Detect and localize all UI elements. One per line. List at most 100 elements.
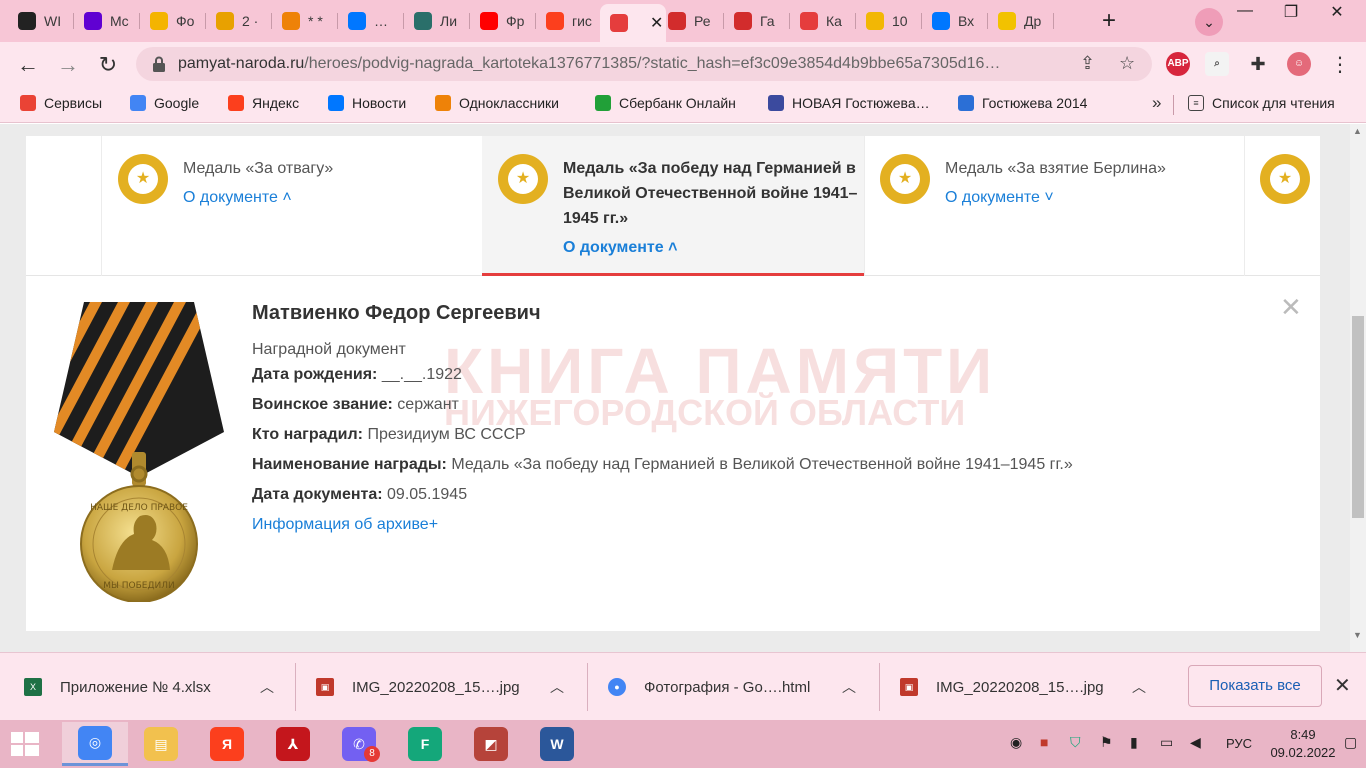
shield-icon[interactable]: ⛉ [1070, 734, 1081, 751]
chevron-up-icon[interactable]: ︿ [550, 677, 564, 697]
browser-tab[interactable]: Ли [404, 5, 470, 37]
download-separator [879, 663, 880, 711]
chevron-up-icon[interactable]: ︿ [842, 677, 856, 697]
browser-tab[interactable]: … [338, 5, 404, 37]
award-name-text: Медаль «За победу над Германией в Велико… [563, 160, 858, 227]
award-tab-victory-germany[interactable]: ★ Медаль «За победу над Германией в Вели… [482, 136, 864, 276]
about-document-link[interactable]: О документе ˅ [945, 185, 1240, 210]
address-bar[interactable]: pamyat-naroda.ru/heroes/podvig-nagrada_k… [136, 47, 1152, 81]
close-window-button[interactable]: ✕ [1314, 2, 1360, 24]
reload-button[interactable]: ↻ [93, 50, 123, 80]
bookmark-item[interactable]: Google [130, 95, 199, 111]
windows-start-icon[interactable] [10, 730, 40, 758]
taskbar-app-button[interactable]: ▤ [128, 722, 194, 766]
reading-list-button[interactable]: ≡ Список для чтения [1188, 95, 1335, 111]
browser-tab[interactable]: Ка [790, 5, 856, 37]
search-extension-icon[interactable]: ⌕ [1205, 52, 1229, 76]
chevron-up-icon[interactable]: ︿ [1132, 677, 1146, 697]
yahoo-icon [84, 12, 102, 30]
flag-icon[interactable]: ⚑ [1100, 734, 1113, 751]
download-item[interactable]: X Приложение № 4.xlsx ︿ [24, 653, 294, 721]
profile-avatar[interactable]: ☺ [1287, 52, 1311, 76]
language-indicator[interactable]: РУС [1226, 736, 1252, 751]
download-separator [587, 663, 588, 711]
taskbar-app-button[interactable]: W [524, 722, 590, 766]
download-item[interactable]: ▣ IMG_20220208_15….jpg ︿ [316, 653, 586, 721]
bookmark-label: НОВАЯ Гостюжева… [792, 95, 930, 111]
show-all-downloads-button[interactable]: Показать все [1188, 665, 1322, 707]
browser-tab[interactable]: Фо [140, 5, 206, 37]
awards-card: ★ Медаль «За отвагу» О документе ˄ ★ Мед… [26, 136, 1320, 631]
bookmark-item[interactable]: Гостюжева 2014 [958, 95, 1087, 111]
browser-tab[interactable]: 10 [856, 5, 922, 37]
taskbar-app-button[interactable]: F [392, 722, 458, 766]
restore-button[interactable]: ❐ [1268, 2, 1314, 24]
chevron-up-icon[interactable]: ︿ [260, 677, 274, 697]
field-value: Президиум ВС СССР [367, 426, 526, 443]
taskbar-app-button[interactable]: Я [194, 722, 260, 766]
tab-title: Ли [440, 13, 458, 29]
archive-info-link[interactable]: Информация об архиве+ [252, 516, 438, 534]
new-tab-button[interactable]: + [1095, 8, 1123, 36]
bookmark-item[interactable]: Одноклассники [435, 95, 559, 111]
battery-icon[interactable]: ▭ [1160, 734, 1173, 751]
download-item[interactable]: ● Фотография - Go….html ︿ [608, 653, 878, 721]
browser-tab[interactable]: Mc [74, 5, 140, 37]
forward-button[interactable]: → [53, 50, 83, 80]
browser-tab[interactable]: Ре [658, 5, 724, 37]
scrollbar-thumb[interactable] [1352, 316, 1364, 518]
vk-icon [328, 95, 344, 111]
bookmarks-bar: Сервисы Google Яндекс Новости Одноклассники С… [0, 87, 1366, 123]
award-tab-bravery[interactable]: ★ Медаль «За отвагу» О документе ˄ [102, 136, 482, 276]
bookmark-item[interactable]: Яндекс [228, 95, 299, 111]
clock[interactable]: 8:49 09.02.2022 [1270, 726, 1336, 762]
scroll-up-arrow-icon[interactable]: ▲ [1353, 126, 1362, 136]
url-text[interactable]: pamyat-naroda.ru/heroes/podvig-nagrada_k… [178, 55, 1000, 73]
minimize-button[interactable]: — [1222, 2, 1268, 24]
browser-tab[interactable]: Фр [470, 5, 536, 37]
browser-tab[interactable]: гис [536, 5, 602, 37]
mountain-icon [866, 12, 884, 30]
browser-tab[interactable]: WI [8, 5, 74, 37]
bookmarks-overflow-button[interactable]: » [1152, 93, 1161, 113]
viber-tray-icon[interactable]: ◉ [1010, 734, 1022, 751]
excel-file-icon: X [24, 678, 42, 696]
signal-icon[interactable]: ▮ [1130, 734, 1138, 751]
share-icon[interactable]: ⇪ [1080, 53, 1095, 74]
bookmark-item[interactable]: Новости [328, 95, 406, 111]
taskbar-app-button[interactable]: ⅄ [260, 722, 326, 766]
yandex-icon [546, 12, 564, 30]
taskbar-app-button[interactable]: ◎ [62, 722, 128, 766]
download-item[interactable]: ▣ IMG_20220208_15….jpg ︿ [900, 653, 1162, 721]
scroll-down-arrow-icon[interactable]: ▼ [1353, 630, 1362, 640]
tray-app-icon[interactable]: ■ [1040, 734, 1048, 750]
bookmark-item[interactable]: Сбербанк Онлайн [595, 95, 736, 111]
back-button[interactable]: ← [13, 50, 43, 80]
browser-menu-icon[interactable]: ⋮ [1330, 52, 1350, 77]
notifications-icon[interactable]: ▢ [1344, 734, 1357, 751]
field-birth-date: Дата рождения: __.__.1922 [252, 366, 462, 384]
browser-tab[interactable]: Вх [922, 5, 988, 37]
about-document-link[interactable]: О документе ˄ [183, 185, 478, 210]
tab-search-button[interactable]: ⌄ [1195, 8, 1223, 36]
bookmark-item[interactable]: НОВАЯ Гостюжева… [768, 95, 930, 111]
page-scrollbar[interactable]: ▲ ▼ [1350, 124, 1366, 652]
bookmark-item[interactable]: Сервисы [20, 95, 102, 111]
adblock-plus-icon[interactable]: ABP [1166, 52, 1190, 76]
about-document-link[interactable]: О документе ˄ [563, 235, 858, 260]
browser-tab[interactable]: Га [724, 5, 790, 37]
browser-tab[interactable]: ✕ [600, 4, 666, 42]
browser-tab[interactable]: Др [988, 5, 1054, 37]
browser-tab[interactable]: 2 · [206, 5, 272, 37]
taskbar-app-button[interactable]: ✆ 8 [326, 722, 392, 766]
award-tab-berlin[interactable]: ★ Медаль «За взятие Берлина» О документе… [864, 136, 1244, 276]
browser-tab[interactable]: * * [272, 5, 338, 37]
extensions-puzzle-icon[interactable]: ✚ [1246, 52, 1270, 76]
close-shelf-icon[interactable]: ✕ [1334, 673, 1351, 698]
award-tab-next[interactable]: ★ [1244, 136, 1320, 276]
lock-icon[interactable] [150, 55, 168, 73]
taskbar-app-button[interactable]: ◩ [458, 722, 524, 766]
close-detail-button[interactable]: ✕ [1280, 294, 1302, 320]
volume-icon[interactable]: ◀ [1190, 734, 1201, 751]
bookmark-star-icon[interactable]: ☆ [1119, 53, 1135, 74]
